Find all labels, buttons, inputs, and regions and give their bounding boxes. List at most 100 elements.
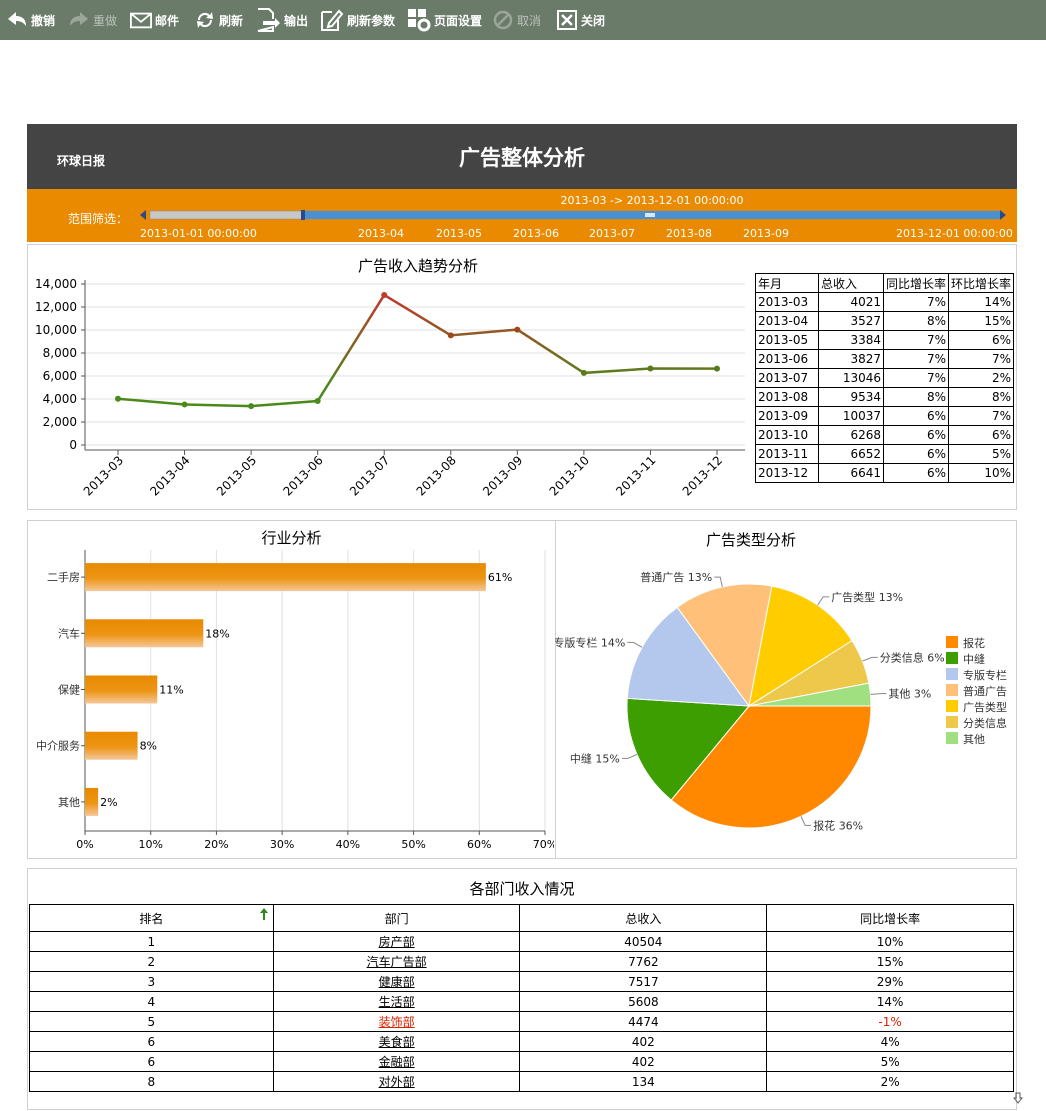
slice-label: 广告类型 13% bbox=[831, 590, 903, 604]
range-tick: 2013-04 bbox=[358, 227, 404, 240]
table-cell: 6% bbox=[948, 425, 1015, 445]
report-title: 广告整体分析 bbox=[459, 146, 585, 170]
table-cell: 8% bbox=[882, 387, 950, 407]
legend-label: 普通广告 bbox=[963, 684, 1007, 698]
range-tick: 2013-06 bbox=[513, 227, 559, 240]
table-row: 5 装饰部 4474 -1% bbox=[29, 1011, 1014, 1032]
legend-swatch bbox=[946, 636, 958, 648]
table-cell: 8% bbox=[948, 387, 1015, 407]
slider-left-arrow-icon[interactable] bbox=[140, 210, 146, 220]
x-tick-label: 70% bbox=[533, 838, 554, 851]
table-cell: 7517 bbox=[519, 971, 768, 992]
department-link[interactable]: 生活部 bbox=[272, 991, 521, 1012]
table-cell: 2013-07 bbox=[755, 368, 819, 388]
table-cell: 2013-12 bbox=[755, 463, 819, 483]
table-header-cell: 环比增长率 bbox=[948, 273, 1015, 293]
table-cell: 7% bbox=[882, 368, 950, 388]
x-tick-label: 30% bbox=[270, 838, 294, 851]
x-tick-label: 2013-06 bbox=[280, 453, 325, 498]
category-label: 二手房 bbox=[47, 570, 80, 584]
table-cell: 6% bbox=[882, 406, 950, 426]
table-cell: 2 bbox=[29, 951, 274, 972]
department-link[interactable]: 健康部 bbox=[272, 971, 521, 992]
table-row: 2013-05 3384 7% 6% bbox=[755, 330, 1015, 350]
redo-button[interactable]: 重做 bbox=[68, 0, 117, 40]
monthly-revenue-table: 年月 总收入 同比增长率 环比增长率 2013-03 4021 7% 14% 2013-… bbox=[755, 273, 1015, 483]
range-current-value: 2013-03 -> 2013-12-01 00:00:00 bbox=[560, 194, 744, 207]
slice-percent: 14% bbox=[601, 636, 625, 649]
dept-title: 各部门收入情况 bbox=[469, 880, 575, 898]
department-link[interactable]: 汽车广告部 bbox=[272, 951, 521, 972]
export-label: 输出 bbox=[284, 13, 309, 28]
y-tick-label: 0 bbox=[69, 438, 77, 452]
callout-line bbox=[870, 693, 887, 696]
table-cell: -1% bbox=[766, 1011, 1014, 1032]
redo-label: 重做 bbox=[93, 13, 118, 28]
table-header-cell: 部门 bbox=[272, 904, 521, 932]
sort-ascending-icon[interactable] bbox=[259, 907, 269, 921]
slice-label: 中缝 15% bbox=[570, 751, 620, 765]
table-cell: 5% bbox=[766, 1051, 1014, 1072]
export-button[interactable]: 输出 bbox=[255, 0, 308, 40]
close-button[interactable]: 关闭 bbox=[556, 0, 605, 40]
page-setup-button[interactable]: 页面设置 bbox=[407, 0, 482, 40]
table-cell: 14% bbox=[766, 991, 1014, 1012]
undo-button[interactable]: 撤销 bbox=[6, 0, 55, 40]
department-link[interactable]: 装饰部 bbox=[272, 1011, 521, 1032]
legend-swatch bbox=[946, 700, 958, 712]
data-point bbox=[580, 369, 587, 376]
x-tick-label: 2013-03 bbox=[81, 453, 126, 498]
rank-header[interactable]: 排名 bbox=[29, 904, 274, 932]
data-label: 18% bbox=[205, 627, 229, 640]
table-row: 1 房产部 40504 10% bbox=[29, 931, 1014, 952]
legend-swatch bbox=[946, 652, 958, 664]
department-link[interactable]: 房产部 bbox=[272, 931, 521, 952]
refresh-params-button[interactable]: 刷新参数 bbox=[320, 0, 395, 40]
table-cell: 2013-06 bbox=[755, 349, 819, 369]
undo-label: 撤销 bbox=[31, 13, 56, 28]
category-label: 汽车 bbox=[58, 626, 80, 640]
table-row: 2013-10 6268 6% 6% bbox=[755, 425, 1015, 445]
table-cell: 7% bbox=[948, 349, 1015, 369]
data-point bbox=[381, 291, 388, 298]
department-link[interactable]: 美食部 bbox=[272, 1031, 521, 1052]
scroll-down-arrow-icon[interactable] bbox=[1013, 1092, 1023, 1104]
table-row: 6 美食部 402 4% bbox=[29, 1031, 1014, 1052]
table-cell: 6268 bbox=[818, 425, 884, 445]
data-label: 8% bbox=[140, 740, 157, 753]
legend-swatch bbox=[946, 684, 958, 696]
x-tick-label: 2013-10 bbox=[547, 453, 592, 498]
table-cell: 7% bbox=[882, 349, 950, 369]
slice-percent: 13% bbox=[879, 591, 903, 604]
mail-button[interactable]: 邮件 bbox=[130, 0, 179, 40]
table-row: 2013-09 10037 6% 7% bbox=[755, 406, 1015, 426]
data-point bbox=[714, 365, 720, 372]
x-tick-label: 0% bbox=[76, 838, 93, 851]
table-cell: 2013-10 bbox=[755, 425, 819, 445]
edit-params-icon bbox=[321, 9, 344, 31]
table-cell: 10% bbox=[766, 931, 1014, 952]
slider-grip[interactable] bbox=[645, 213, 655, 217]
undo-icon bbox=[8, 12, 26, 26]
table-cell: 7% bbox=[882, 330, 950, 350]
table-cell: 2013-04 bbox=[755, 311, 819, 331]
slider-start-handle[interactable] bbox=[301, 210, 305, 220]
table-row: 2013-06 3827 7% 7% bbox=[755, 349, 1015, 369]
table-cell: 6% bbox=[882, 444, 950, 464]
bar bbox=[85, 787, 99, 816]
table-cell: 14% bbox=[948, 292, 1015, 312]
range-slider[interactable] bbox=[140, 210, 1006, 220]
slider-right-arrow-icon[interactable] bbox=[1000, 210, 1006, 220]
legend-swatch bbox=[946, 732, 958, 744]
table-cell: 6652 bbox=[818, 444, 884, 464]
cancel-button[interactable]: 取消 bbox=[492, 0, 541, 40]
industry-bar-chart: 0% 10% 20% 30% 40% 50% 60% 70% 二手房 61% 汽车 18% 保健 11% 中… bbox=[36, 550, 554, 851]
data-point bbox=[248, 403, 255, 410]
refresh-button[interactable]: 刷新 bbox=[194, 0, 243, 40]
slice-percent: 36% bbox=[839, 819, 863, 832]
bar bbox=[85, 731, 138, 760]
department-link[interactable]: 金融部 bbox=[272, 1051, 521, 1072]
table-cell: 13046 bbox=[818, 368, 884, 388]
table-header-cell: 排名 bbox=[139, 911, 164, 926]
department-link[interactable]: 对外部 bbox=[272, 1071, 521, 1092]
